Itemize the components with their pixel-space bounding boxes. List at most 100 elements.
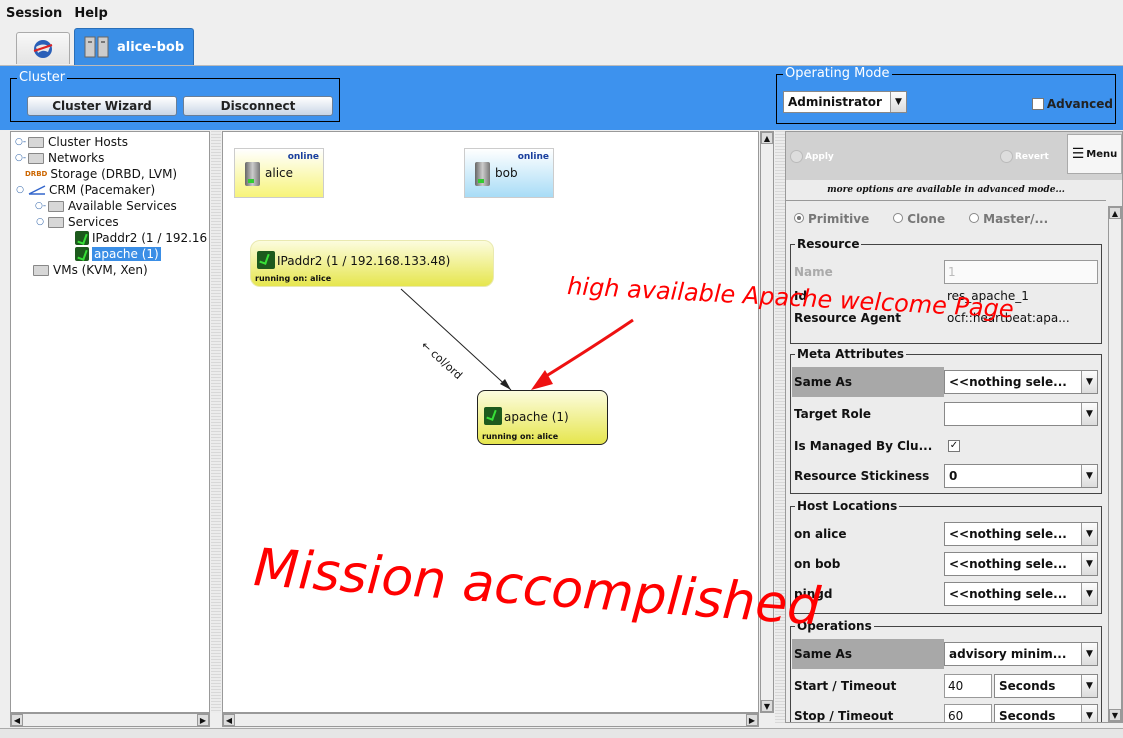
stickiness-select[interactable]: 0 ▼ bbox=[944, 464, 1098, 488]
location-label: on bob bbox=[794, 557, 841, 571]
tree-item-networks[interactable]: ○- Networks bbox=[15, 150, 104, 166]
location-value: <<nothing sele... bbox=[949, 557, 1067, 571]
chevron-down-icon[interactable]: ▼ bbox=[1081, 403, 1097, 425]
meta-attributes-group: Meta Attributes Same As <<nothing sele..… bbox=[790, 346, 1102, 494]
menu-session[interactable]: Session bbox=[6, 6, 62, 21]
collapse-icon[interactable]: ○ bbox=[15, 185, 25, 195]
radio-primitive[interactable]: Primitive bbox=[794, 212, 869, 226]
ops-same-as-value: advisory minim... bbox=[949, 647, 1067, 661]
ops-same-as-select[interactable]: advisory minim... ▼ bbox=[944, 642, 1098, 666]
radio-master[interactable]: Master/... bbox=[969, 212, 1048, 226]
start-timeout-row: Start / Timeout 40 Seconds ▼ bbox=[792, 671, 1100, 701]
tree-item-services[interactable]: ○ Services bbox=[35, 214, 119, 230]
chevron-down-icon[interactable]: ▼ bbox=[1081, 371, 1097, 393]
scroll-up-icon[interactable]: ▲ bbox=[761, 132, 773, 144]
tree-item-ipaddr2[interactable]: IPaddr2 (1 / 192.16 bbox=[75, 230, 207, 246]
location-row-alice: on alice <<nothing sele... ▼ bbox=[792, 519, 1100, 549]
target-role-label: Target Role bbox=[794, 407, 872, 421]
disconnect-button[interactable]: Disconnect bbox=[183, 96, 333, 116]
start-timeout-label: Start / Timeout bbox=[794, 679, 897, 693]
apply-label: Apply bbox=[805, 151, 834, 162]
operating-mode-select[interactable]: Administrator ▼ bbox=[783, 91, 907, 113]
canvas-horizontal-scrollbar[interactable]: ◀ ▶ bbox=[222, 713, 759, 727]
stickiness-value: 0 bbox=[949, 469, 958, 483]
tab-home[interactable] bbox=[16, 32, 70, 64]
tree-item-vms[interactable]: VMs (KVM, Xen) bbox=[33, 262, 148, 278]
expand-icon[interactable]: ○- bbox=[15, 137, 26, 147]
chevron-down-icon[interactable]: ▼ bbox=[890, 92, 906, 112]
location-select[interactable]: <<nothing sele... ▼ bbox=[944, 522, 1098, 546]
operating-mode-legend: Operating Mode bbox=[783, 66, 892, 82]
radio-dot bbox=[794, 213, 804, 223]
operations-group: Operations Same As advisory minim... ▼ S… bbox=[790, 618, 1102, 723]
apply-button[interactable]: Apply bbox=[790, 150, 834, 163]
target-role-select[interactable]: ▼ bbox=[944, 402, 1098, 426]
name-label: Name bbox=[794, 265, 833, 279]
scroll-right-icon[interactable]: ▶ bbox=[197, 714, 209, 726]
stop-timeout-unit[interactable]: Seconds ▼ bbox=[994, 704, 1098, 722]
running-icon bbox=[75, 247, 89, 261]
panel-vertical-scrollbar[interactable]: ▲ ▼ bbox=[1108, 206, 1122, 722]
chevron-down-icon[interactable]: ▼ bbox=[1081, 705, 1097, 722]
location-value: <<nothing sele... bbox=[949, 527, 1067, 541]
collapse-icon[interactable]: ○ bbox=[35, 217, 45, 227]
start-timeout-input[interactable]: 40 bbox=[944, 674, 992, 698]
managed-checkbox[interactable]: ✓ bbox=[948, 440, 960, 452]
location-row-bob: on bob <<nothing sele... ▼ bbox=[792, 549, 1100, 579]
stop-timeout-label: Stop / Timeout bbox=[794, 709, 894, 723]
meta-same-as-row: Same As <<nothing sele... ▼ bbox=[792, 367, 1100, 397]
name-row: Name 1 bbox=[792, 257, 1100, 287]
apply-icon bbox=[790, 150, 803, 163]
chevron-down-icon[interactable]: ▼ bbox=[1081, 465, 1097, 487]
start-timeout-unit[interactable]: Seconds ▼ bbox=[994, 674, 1098, 698]
tree-horizontal-scrollbar[interactable]: ◀ ▶ bbox=[10, 713, 210, 727]
folder-icon bbox=[48, 216, 64, 228]
advanced-checkbox[interactable] bbox=[1031, 98, 1044, 110]
chevron-down-icon[interactable]: ▼ bbox=[1081, 553, 1097, 575]
radio-label: Clone bbox=[907, 212, 946, 226]
managed-label: Is Managed By Clu... bbox=[794, 439, 933, 453]
scroll-left-icon[interactable]: ◀ bbox=[11, 714, 23, 726]
menu-button[interactable]: ☰ Menu bbox=[1067, 134, 1122, 174]
chevron-down-icon[interactable]: ▼ bbox=[1081, 583, 1097, 605]
tree-item-crm[interactable]: ○ CRM (Pacemaker) bbox=[15, 182, 155, 198]
scroll-up-icon[interactable]: ▲ bbox=[1109, 207, 1121, 219]
tab-alice-bob[interactable]: alice-bob bbox=[74, 28, 194, 65]
scroll-down-icon[interactable]: ▼ bbox=[761, 700, 773, 712]
expand-icon[interactable]: ○- bbox=[15, 153, 26, 163]
chevron-down-icon[interactable]: ▼ bbox=[1081, 523, 1097, 545]
stickiness-row: Resource Stickiness 0 ▼ bbox=[792, 461, 1100, 491]
radio-clone[interactable]: Clone bbox=[893, 212, 945, 226]
expand-icon[interactable]: ○- bbox=[35, 201, 46, 211]
left-splitter[interactable] bbox=[211, 131, 221, 713]
cluster-legend: Cluster bbox=[17, 70, 68, 86]
menu-help[interactable]: Help bbox=[74, 6, 107, 21]
scroll-down-icon[interactable]: ▼ bbox=[1109, 709, 1121, 721]
tree-item-cluster-hosts[interactable]: ○- Cluster Hosts bbox=[15, 134, 128, 150]
cluster-wizard-button[interactable]: Cluster Wizard bbox=[27, 96, 177, 116]
drbd-icon: DRBD bbox=[25, 170, 48, 178]
advanced-toggle[interactable]: Advanced bbox=[1031, 97, 1113, 111]
host-locations-group: Host Locations on alice <<nothing sele..… bbox=[790, 498, 1102, 614]
scroll-right-icon[interactable]: ▶ bbox=[746, 714, 758, 726]
folder-icon bbox=[28, 152, 44, 164]
location-row-pingd: pingd <<nothing sele... ▼ bbox=[792, 579, 1100, 609]
scroll-left-icon[interactable]: ◀ bbox=[223, 714, 235, 726]
cluster-toolbar: Cluster Cluster Wizard Disconnect Operat… bbox=[0, 66, 1123, 130]
chevron-down-icon[interactable]: ▼ bbox=[1081, 675, 1097, 697]
meta-legend: Meta Attributes bbox=[795, 346, 907, 362]
location-select[interactable]: <<nothing sele... ▼ bbox=[944, 582, 1098, 606]
name-field[interactable]: 1 bbox=[944, 260, 1098, 284]
running-icon bbox=[75, 231, 89, 245]
chevron-down-icon[interactable]: ▼ bbox=[1081, 643, 1097, 665]
stop-timeout-input[interactable]: 60 bbox=[944, 704, 992, 722]
pacemaker-icon bbox=[28, 185, 46, 195]
menu-bar: Session Help bbox=[0, 0, 1123, 26]
same-as-select[interactable]: <<nothing sele... ▼ bbox=[944, 370, 1098, 394]
tree-item-apache[interactable]: apache (1) bbox=[75, 246, 161, 262]
tree-item-storage[interactable]: DRBD Storage (DRBD, LVM) bbox=[25, 166, 177, 182]
resource-legend: Resource bbox=[795, 236, 862, 252]
location-select[interactable]: <<nothing sele... ▼ bbox=[944, 552, 1098, 576]
revert-button[interactable]: Revert bbox=[1000, 150, 1049, 163]
tree-item-available-services[interactable]: ○- Available Services bbox=[35, 198, 177, 214]
